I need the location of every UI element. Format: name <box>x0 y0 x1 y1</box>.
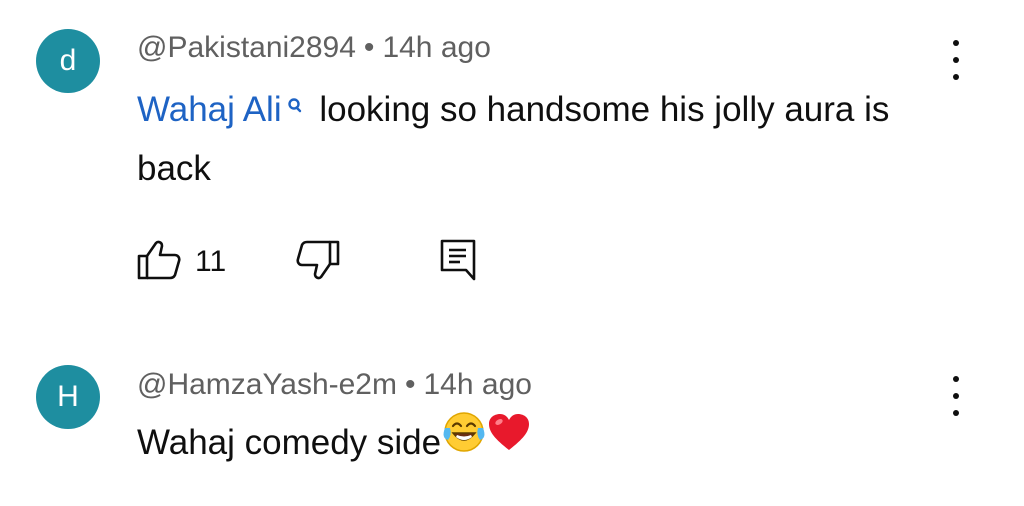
thumbs-up-icon <box>137 240 181 285</box>
meta-separator: • <box>363 31 375 64</box>
more-vertical-icon <box>953 376 959 382</box>
like-count: 11 <box>195 245 227 278</box>
comment-body: Wahaj comedy side <box>137 423 442 462</box>
author-handle[interactable]: @Pakistani2894 <box>137 31 356 64</box>
more-options-button[interactable] <box>940 376 972 416</box>
avatar[interactable]: d <box>36 29 100 93</box>
comment-actions: 11 <box>137 239 476 286</box>
search-icon <box>286 78 302 137</box>
dislike-button[interactable] <box>296 240 340 285</box>
comment-time: 14h ago <box>382 31 491 64</box>
comment-time: 14h ago <box>423 368 532 401</box>
face-with-tears-of-joy-emoji <box>441 410 487 472</box>
comment-meta: @HamzaYash-e2m • 14h ago <box>137 368 532 402</box>
author-handle[interactable]: @HamzaYash-e2m <box>137 368 397 401</box>
comment-text: Wahaj Ali looking so handsome his jolly … <box>137 80 897 198</box>
reply-button[interactable] <box>440 239 476 286</box>
like-button[interactable]: 11 <box>137 240 226 285</box>
comment-meta: @Pakistani2894 • 14h ago <box>137 31 491 65</box>
comment-text: Wahaj comedy side <box>137 410 897 476</box>
avatar-letter: d <box>59 44 77 77</box>
avatar-letter: H <box>57 380 79 413</box>
meta-separator: • <box>404 368 416 401</box>
thumbs-down-icon <box>296 240 340 285</box>
comment-icon <box>440 239 476 286</box>
mention-link[interactable]: Wahaj Ali <box>137 90 282 129</box>
red-heart-emoji <box>487 411 531 470</box>
more-vertical-icon <box>953 40 959 46</box>
more-options-button[interactable] <box>940 40 972 80</box>
avatar[interactable]: H <box>36 365 100 429</box>
